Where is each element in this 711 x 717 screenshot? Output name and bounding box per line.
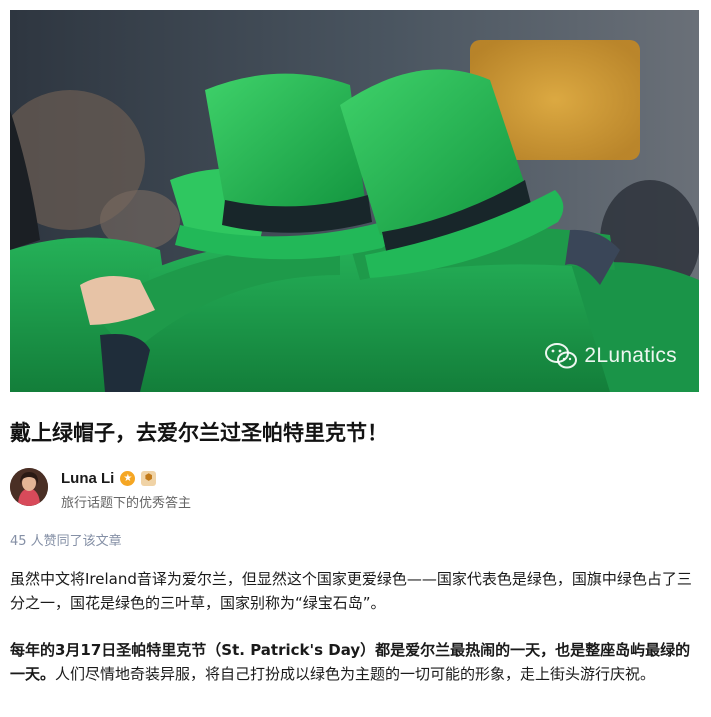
wechat-icon [545,343,578,369]
paragraph-1: 虽然中文将Ireland音译为爱尔兰，但显然这个国家更爱绿色——国家代表色是绿色… [10,570,692,612]
author-description: 旅行话题下的优秀答主 [61,496,192,511]
hexagon-badge-icon[interactable]: ⬢ [141,471,157,486]
author-name[interactable]: Luna Li [61,470,114,487]
article-title: 戴上绿帽子，去爱尔兰过圣帕特里克节！ [10,421,388,445]
paragraph-2: 每年的3月17日圣帕特里克节（St. Patrick's Day）都是爱尔兰最热… [10,638,700,686]
likes-count[interactable]: 45 人赞同了该文章 [10,530,122,549]
gold-star-badge-icon[interactable]: ★ [120,471,136,486]
watermark-text: 2Lunatics [584,344,677,367]
author-card[interactable]: Luna Li ★ ⬢ 旅行话题下的优秀答主 [10,468,191,511]
paragraph-2-rest: 人们尽情地奇装异服，将自己打扮成以绿色为主题的一切可能的形象，走上街头游行庆祝。 [55,665,656,683]
cover-photo-scene [10,10,699,392]
avatar-image [10,468,48,506]
watermark: 2Lunatics [544,342,677,370]
author-avatar[interactable] [10,468,48,506]
article-cover-image: 2Lunatics [10,10,699,392]
